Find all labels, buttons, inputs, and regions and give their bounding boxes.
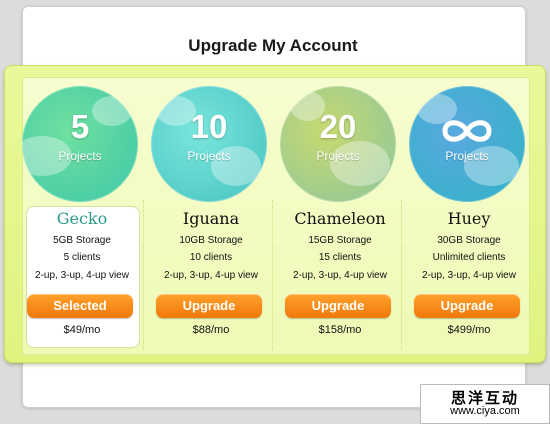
plan-view: 2-up, 3-up, 4-up view [164, 270, 258, 281]
plan-price: $158/mo [318, 324, 362, 336]
project-count: 10 [190, 108, 228, 145]
plan-storage: 10GB Storage [179, 235, 243, 246]
texture [330, 141, 390, 186]
plan-name: Gecko [56, 209, 108, 228]
watermark: 思洋互动 www.ciya.com [420, 384, 550, 424]
plan-storage: 5GB Storage [53, 235, 111, 246]
plan-circle: 20 Projects [280, 86, 396, 202]
plan-view: 2-up, 3-up, 4-up view [422, 270, 516, 281]
plan-clients: 5 clients [63, 252, 101, 263]
plan-clients: 10 clients [189, 252, 233, 263]
upgrade-button[interactable]: Upgrade [156, 294, 262, 318]
watermark-url: www.ciya.com [450, 405, 520, 417]
plan-name: Huey [447, 209, 491, 228]
project-count: 20 [319, 108, 357, 145]
plan-view: 2-up, 3-up, 4-up view [293, 270, 387, 281]
plan-circle: 10 Projects [151, 86, 267, 202]
upgrade-button[interactable]: Upgrade [285, 294, 391, 318]
infinity-icon [442, 120, 492, 142]
project-count: 5 [70, 108, 90, 145]
plan-circle: 5 Projects [22, 86, 138, 202]
page-title: Upgrade My Account [188, 36, 358, 55]
plan-chameleon: 20 Projects Chameleon 15GB Storage 15 cl… [276, 80, 404, 350]
plan-gecko: 5 Projects Gecko 5GB Storage 5 clients 2… [18, 80, 146, 350]
plan-price: $49/mo [63, 324, 101, 336]
plan-storage: 15GB Storage [308, 235, 372, 246]
plan-view: 2-up, 3-up, 4-up view [35, 270, 129, 281]
projects-label: Projects [445, 149, 489, 163]
plan-iguana: 10 Projects Iguana 10GB Storage 10 clien… [147, 80, 275, 350]
plan-clients: Unlimited clients [432, 252, 506, 263]
plan-storage: 30GB Storage [437, 235, 501, 246]
plan-huey: Projects Huey 30GB Storage Unlimited cli… [405, 80, 533, 350]
selected-button[interactable]: Selected [27, 294, 133, 318]
projects-label: Projects [316, 149, 360, 163]
plan-price: $499/mo [447, 324, 491, 336]
projects-label: Projects [58, 149, 102, 163]
plan-name: Chameleon [294, 209, 386, 228]
projects-label: Projects [187, 149, 231, 163]
plan-name: Iguana [182, 209, 240, 228]
upgrade-button[interactable]: Upgrade [414, 294, 520, 318]
plan-clients: 15 clients [318, 252, 362, 263]
plan-circle: Projects [409, 86, 525, 202]
plan-price: $88/mo [192, 324, 230, 336]
